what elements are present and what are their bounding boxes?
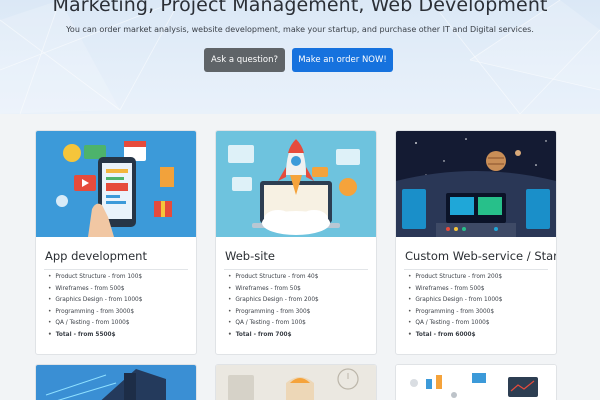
price-item: Graphics Design - from 1000$	[48, 295, 142, 307]
card-divider	[44, 269, 188, 270]
price-item: Product Structure - from 200$	[408, 272, 502, 284]
price-item: QA / Testing - from 1000$	[48, 318, 142, 330]
office-illustration	[216, 365, 376, 400]
hero-section: Marketing, Project Management, Web Devel…	[0, 0, 600, 114]
price-item: QA / Testing - from 100$	[228, 318, 319, 330]
price-item: Wireframes - from 500$	[48, 284, 142, 296]
card-divider	[224, 269, 368, 270]
price-item: Programming - from 300$	[228, 307, 319, 319]
price-item: QA / Testing - from 1000$	[408, 318, 502, 330]
rocket-laptop-illustration	[216, 131, 376, 237]
price-item: Graphics Design - from 200$	[228, 295, 318, 307]
price-total: Total - from 6000$	[408, 330, 502, 342]
price-item: Programming - from 3000$	[408, 307, 502, 319]
service-card-web-site[interactable]: Web-site Product Structure - from 40$ Wi…	[215, 130, 377, 355]
price-item: Wireframes - from 50$	[228, 284, 319, 296]
server-illustration	[36, 365, 196, 400]
services-section: App development Product Structure - from…	[0, 114, 600, 400]
price-total: Total - from 5500$	[48, 330, 142, 342]
analytics-illustration	[396, 365, 556, 400]
ask-question-button[interactable]: Ask a question?	[204, 48, 285, 72]
mobile-app-illustration	[36, 131, 196, 237]
price-list: Product Structure - from 100$ Wireframes…	[48, 272, 142, 342]
spaceship-cockpit-illustration	[396, 131, 556, 237]
price-item: Programming - from 3000$	[48, 307, 142, 319]
make-order-button[interactable]: Make an order NOW!	[292, 48, 393, 72]
price-list: Product Structure - from 40$ Wireframes …	[228, 272, 319, 342]
service-card-next-1[interactable]	[35, 364, 197, 400]
service-card-app-development[interactable]: App development Product Structure - from…	[35, 130, 197, 355]
service-card-next-3[interactable]	[395, 364, 557, 400]
card-divider	[404, 269, 548, 270]
price-item: Wireframes - from 500$	[408, 284, 502, 296]
service-card-startup[interactable]: Custom Web-service / Startup Product Str…	[395, 130, 557, 355]
price-item: Product Structure - from 40$	[228, 272, 319, 284]
hero-subtitle: You can order market analysis, website d…	[66, 25, 534, 34]
price-item: Product Structure - from 100$	[48, 272, 142, 284]
price-item: Graphics Design - from 1000$	[408, 295, 502, 307]
service-card-next-2[interactable]	[215, 364, 377, 400]
card-title: Web-site	[225, 249, 275, 263]
card-title: Custom Web-service / Startup	[405, 249, 556, 263]
card-title: App development	[45, 249, 147, 263]
hero-title: Marketing, Project Management, Web Devel…	[52, 0, 548, 16]
price-list: Product Structure - from 200$ Wireframes…	[408, 272, 502, 342]
price-total: Total - from 700$	[228, 330, 319, 342]
